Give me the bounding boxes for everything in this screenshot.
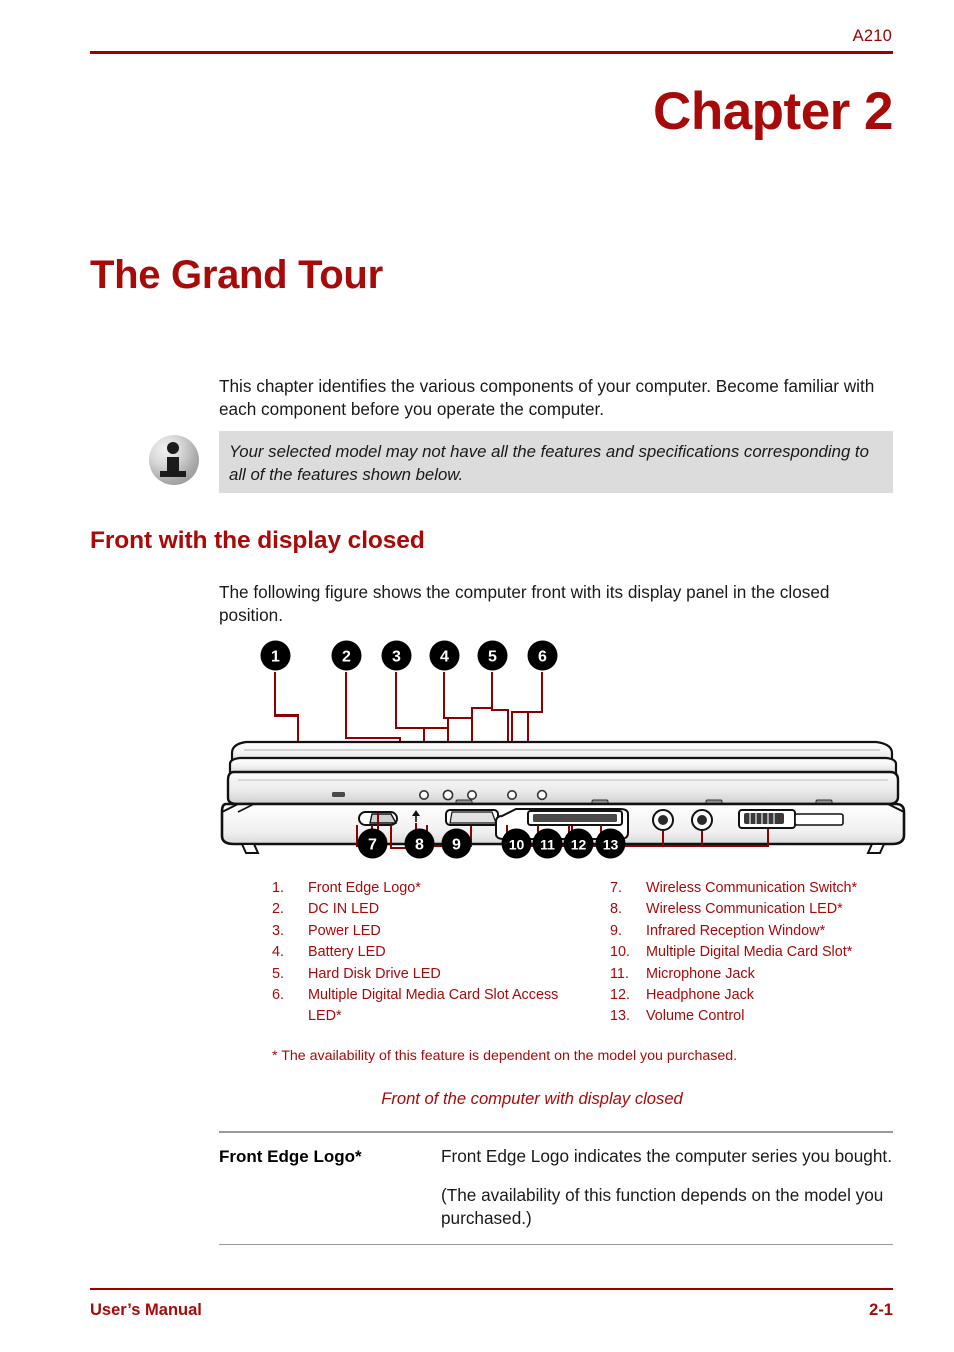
legend-item: 7. Wireless Communication Switch* (610, 878, 910, 899)
legend-label: Wireless Communication LED* (646, 901, 843, 918)
legend-item: 1. Front Edge Logo* (272, 878, 572, 899)
figure-caption: Front of the computer with display close… (381, 1089, 683, 1108)
legend-number: 5. (272, 965, 285, 982)
callout-badge-7: 7 (357, 828, 388, 859)
legend-label: Multiple Digital Media Card Slot Access … (308, 987, 559, 1025)
figure-legend: 1. Front Edge Logo* 2. DC IN LED 3. Powe… (272, 878, 912, 1028)
table-row: Front Edge Logo* Front Edge Logo indicat… (219, 1133, 893, 1244)
callout-text-1: 1 (271, 649, 280, 666)
legend-number: 9. (610, 922, 623, 939)
callout-badge-3: 3 (381, 640, 412, 671)
legend-number: 8. (610, 901, 623, 918)
legend-item: 13. Volume Control (610, 1006, 910, 1027)
legend-label: Battery LED (308, 944, 386, 961)
legend-number: 7. (610, 880, 623, 896)
intro-paragraph: This chapter identifies the various comp… (219, 376, 875, 419)
callout-badge-4: 4 (429, 640, 460, 671)
note-box: Your selected model may not have all the… (219, 431, 893, 493)
footer-divider (90, 1288, 893, 1290)
legend-item: 9. Infrared Reception Window* (610, 921, 910, 942)
legend-number: 1. (272, 880, 285, 896)
legend-item: 4. Battery LED (272, 942, 572, 963)
note-callout: Your selected model may not have all the… (145, 431, 893, 493)
header-divider (90, 51, 893, 54)
definition-description: Front Edge Logo indicates the computer s… (441, 1145, 893, 1230)
callout-badge-1: 1 (260, 640, 291, 671)
legend-column-left: 1. Front Edge Logo* 2. DC IN LED 3. Powe… (272, 878, 572, 1028)
callout-badge-10: 10 (501, 828, 532, 859)
svg-text:4: 4 (440, 649, 449, 666)
callout-badge-5: 5 (477, 640, 508, 671)
legend-item: 8. Wireless Communication LED* (610, 899, 910, 920)
legend-item: 5. Hard Disk Drive LED (272, 964, 572, 985)
callout-badge-12: 12 (563, 828, 594, 859)
section-heading: Front with the display closed (90, 527, 425, 554)
note-text: Your selected model may not have all the… (229, 442, 869, 484)
svg-text:3: 3 (392, 649, 401, 666)
legend-label: Headphone Jack (646, 987, 755, 1004)
callout-badge-2: 2 (331, 640, 362, 671)
legend-item: 6. Multiple Digital Media Card Slot Acce… (272, 985, 572, 1028)
svg-text:9: 9 (452, 837, 461, 854)
svg-text:11: 11 (540, 837, 555, 853)
legend-label: Wireless Communication Switch* (646, 880, 858, 896)
legend-number: 11. (610, 965, 629, 982)
page-title: The Grand Tour (90, 253, 383, 297)
chapter-title: Chapter 2 (653, 82, 893, 141)
callout-badge-13: 13 (595, 828, 626, 859)
section-paragraph: The following figure shows the computer … (219, 582, 830, 625)
svg-text:2: 2 (342, 649, 351, 666)
table-rule-bottom (219, 1243, 893, 1245)
svg-text:6: 6 (538, 649, 547, 666)
legend-label: Volume Control (646, 1008, 745, 1025)
legend-number: 13. (610, 1008, 631, 1025)
legend-item: 11. Microphone Jack (610, 964, 910, 985)
footer-document-title: User’s Manual (90, 1301, 202, 1319)
definition-term: Front Edge Logo* (219, 1146, 362, 1166)
legend-column-right: 7. Wireless Communication Switch* 8. Wir… (610, 878, 910, 1028)
page-header-model: A210 (852, 27, 892, 45)
svg-text:5: 5 (488, 649, 497, 666)
info-icon (145, 433, 202, 490)
legend-label: Infrared Reception Window* (646, 922, 826, 939)
footer-page-number: 2-1 (869, 1301, 893, 1319)
definition-desc-line-2: (The availability of this function depen… (441, 1184, 884, 1228)
callout-badge-8: 8 (404, 828, 435, 859)
legend-label: Power LED (308, 922, 381, 939)
legend-number: 3. (272, 922, 285, 939)
legend-label: Microphone Jack (646, 965, 755, 982)
definition-desc-line-1: Front Edge Logo indicates the computer s… (441, 1145, 892, 1166)
legend-item: 2. DC IN LED (272, 899, 572, 920)
legend-item: 10. Multiple Digital Media Card Slot* (610, 942, 910, 963)
callout-badge-11: 11 (532, 828, 563, 859)
legend-label: Multiple Digital Media Card Slot* (646, 944, 853, 961)
legend-number: 10. (610, 944, 631, 961)
legend-item: 3. Power LED (272, 921, 572, 942)
legend-number: 12. (610, 987, 631, 1004)
laptop-front-figure: 1 2 3 4 5 6 7 8 9 10 11 12 13 (220, 640, 920, 860)
svg-text:13: 13 (603, 837, 619, 853)
definition-table: Front Edge Logo* Front Edge Logo indicat… (219, 1131, 893, 1245)
legend-item: 12. Headphone Jack (610, 985, 910, 1006)
svg-text:10: 10 (509, 837, 525, 853)
legend-number: 6. (272, 987, 285, 1004)
figure-footnote: * The availability of this feature is de… (272, 1048, 738, 1064)
svg-text:12: 12 (571, 837, 587, 853)
legend-number: 4. (272, 944, 285, 961)
manual-page: A210 Chapter 2 The Grand Tour This chapt… (0, 0, 954, 1352)
callout-badge-9: 9 (441, 828, 472, 859)
legend-label: DC IN LED (308, 901, 380, 918)
legend-label: Front Edge Logo* (308, 880, 421, 896)
legend-label: Hard Disk Drive LED (308, 965, 441, 982)
callout-badge-6: 6 (527, 640, 558, 671)
legend-number: 2. (272, 901, 285, 918)
svg-text:7: 7 (368, 837, 377, 854)
svg-text:8: 8 (415, 837, 424, 854)
